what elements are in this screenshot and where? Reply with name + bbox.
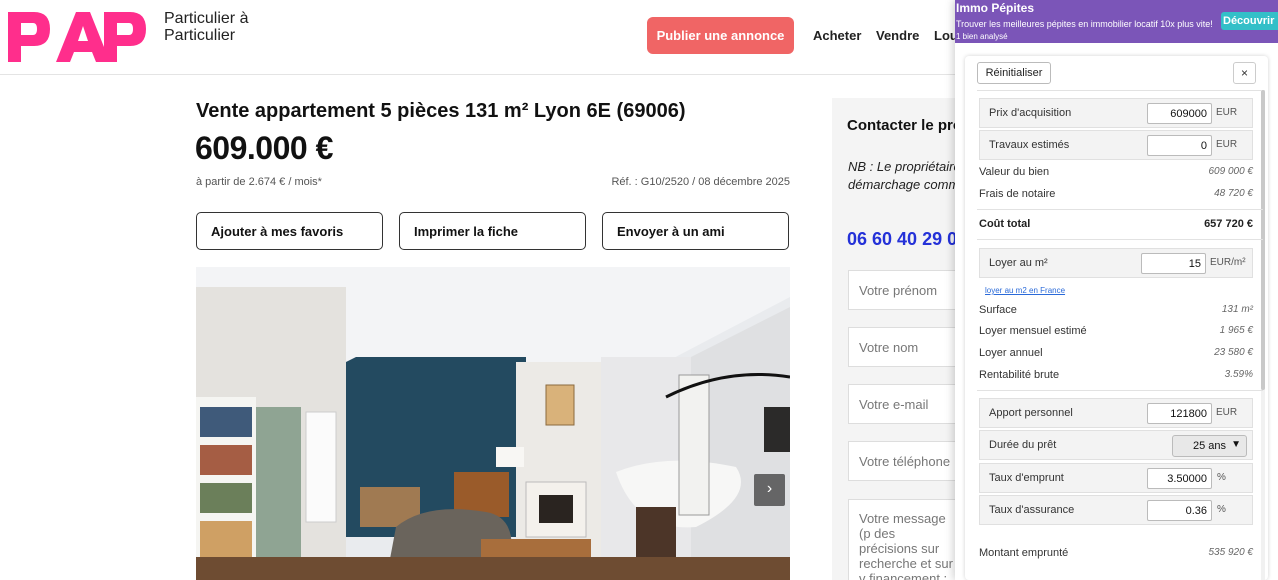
loan-rate-label: Taux d'emprunt [989, 472, 1064, 484]
property-value-row: Valeur du bien 609 000 € [979, 166, 1253, 180]
listing-price: 609.000 € [195, 130, 333, 166]
print-listing-button[interactable]: Imprimer la fiche [399, 212, 586, 250]
publish-ad-button[interactable]: Publier une annonce [647, 17, 794, 54]
down-payment-input[interactable]: 121800 [1147, 403, 1212, 424]
analysed-count: 1 bien analysé [956, 32, 1008, 41]
rent-per-m2-row: Loyer au m² 15 EUR/m² [979, 248, 1253, 278]
annual-rent-label: Loyer annuel [979, 347, 1043, 359]
surface-row: Surface 131 m² [979, 304, 1253, 318]
immo-pepites-panel: Immo Pépites Trouver les meilleures pépi… [955, 0, 1278, 580]
divider [977, 209, 1263, 210]
reset-button[interactable]: Réinitialiser [977, 62, 1051, 84]
nav-acheter[interactable]: Acheter [813, 28, 861, 43]
down-payment-unit: EUR [1216, 407, 1238, 418]
last-name-field[interactable]: Votre nom [848, 327, 968, 367]
borrowed-amount-value: 535 920 € [1208, 547, 1254, 558]
tagline-line-1: Particulier à [164, 10, 249, 27]
down-payment-label: Apport personnel [989, 407, 1073, 419]
divider [977, 239, 1263, 240]
email-field[interactable]: Votre e-mail [848, 384, 968, 424]
add-favorites-button[interactable]: Ajouter à mes favoris [196, 212, 383, 250]
loan-duration-select[interactable]: 25 ans ▼ [1172, 435, 1247, 457]
down-payment-row: Apport personnel 121800 EUR [979, 398, 1253, 428]
page: Particulier à Particulier Publier une an… [0, 0, 1278, 580]
pap-logo[interactable] [6, 10, 148, 64]
notary-fees-label: Frais de notaire [979, 188, 1056, 200]
total-cost-row: Coût total 657 720 € [979, 218, 1253, 232]
insurance-rate-input[interactable]: 0.36 [1147, 500, 1212, 521]
monthly-rent-label: Loyer mensuel estimé [979, 325, 1087, 337]
extension-title: Immo Pépites [956, 1, 1035, 15]
loan-duration-row: Durée du prêt 25 ans ▼ [979, 430, 1253, 460]
loan-rate-row: Taux d'emprunt 3.50000 % [979, 463, 1253, 493]
acquisition-price-row: Prix d'acquisition 609000 EUR [979, 98, 1253, 128]
listing-photo[interactable] [196, 267, 790, 580]
gross-yield-row: Rentabilité brute 3.59% [979, 369, 1253, 383]
acquisition-price-unit: EUR [1216, 107, 1238, 118]
contact-title: Contacter le pro [847, 117, 963, 134]
gross-yield-label: Rentabilité brute [979, 369, 1060, 381]
carousel-next-button[interactable]: › [754, 474, 785, 506]
send-to-friend-button[interactable]: Envoyer à un ami [602, 212, 789, 250]
message-field[interactable]: Votre message (p des précisions sur rech… [848, 499, 968, 580]
tagline: Particulier à Particulier [164, 10, 284, 44]
listing-reference: Réf. : G10/2520 / 08 décembre 2025 [611, 176, 790, 188]
contact-note-line-2: démarchage comm [848, 177, 960, 192]
divider [977, 90, 1263, 91]
total-cost-value: 657 720 € [1204, 218, 1253, 230]
insurance-rate-label: Taux d'assurance [989, 504, 1075, 516]
rent-per-m2-input[interactable]: 15 [1141, 253, 1206, 274]
contact-phone[interactable]: 06 60 40 29 0 [847, 229, 957, 250]
gross-yield-value: 3.59% [1224, 369, 1253, 380]
surface-label: Surface [979, 304, 1017, 316]
rent-per-m2-link[interactable]: loyer au m2 en France [985, 286, 1065, 295]
loan-rate-unit: % [1217, 472, 1226, 483]
notary-fees-value: 48 720 € [1214, 188, 1253, 199]
property-value: 609 000 € [1208, 166, 1254, 177]
phone-field[interactable]: Votre téléphone [848, 441, 968, 481]
acquisition-price-input[interactable]: 609000 [1147, 103, 1212, 124]
borrowed-amount-label: Montant emprunté [979, 547, 1069, 559]
rent-per-m2-unit: EUR/m² [1210, 257, 1246, 268]
rent-per-m2-label: Loyer au m² [989, 257, 1048, 269]
divider [977, 390, 1263, 391]
loan-duration-value: 25 ans [1193, 440, 1227, 452]
tagline-line-2: Particulier [164, 27, 236, 44]
total-cost-label: Coût total [979, 218, 1031, 230]
works-label: Travaux estimés [989, 139, 1070, 151]
loan-rate-input[interactable]: 3.50000 [1147, 468, 1212, 489]
contact-note-line-1: NB : Le propriétaire [848, 159, 961, 174]
first-name-field[interactable]: Votre prénom [848, 270, 968, 310]
listing-title: Vente appartement 5 pièces 131 m² Lyon 6… [196, 100, 686, 122]
calculator-card: Réinitialiser × Prix d'acquisition 60900… [965, 56, 1268, 580]
borrowed-amount-row: Montant emprunté 535 920 € [979, 547, 1253, 561]
monthly-rent-value: 1 965 € [1219, 325, 1253, 336]
acquisition-price-label: Prix d'acquisition [989, 107, 1072, 119]
annual-rent-row: Loyer annuel 23 580 € [979, 347, 1253, 361]
insurance-rate-row: Taux d'assurance 0.36 % [979, 495, 1253, 525]
notary-fees-row: Frais de notaire 48 720 € [979, 188, 1253, 202]
extension-subtitle: Trouver les meilleures pépites en immobi… [956, 19, 1213, 29]
scrollbar-thumb[interactable] [1261, 90, 1265, 390]
property-value-label: Valeur du bien [979, 166, 1050, 178]
works-input[interactable]: 0 [1147, 135, 1212, 156]
nav-vendre[interactable]: Vendre [876, 28, 919, 43]
surface-value: 131 m² [1221, 304, 1253, 315]
monthly-payment: à partir de 2.674 € / mois* [196, 176, 322, 188]
chevron-down-icon: ▼ [1231, 439, 1241, 450]
close-icon[interactable]: × [1233, 62, 1256, 84]
works-unit: EUR [1216, 139, 1238, 150]
contact-note: NB : Le propriétaire démarchage comm [848, 158, 968, 194]
discover-button[interactable]: Découvrir [1221, 12, 1278, 30]
insurance-rate-unit: % [1217, 504, 1226, 515]
monthly-rent-row: Loyer mensuel estimé 1 965 € [979, 325, 1253, 339]
loan-duration-label: Durée du prêt [989, 439, 1057, 451]
works-row: Travaux estimés 0 EUR [979, 130, 1253, 160]
extension-header: Immo Pépites Trouver les meilleures pépi… [955, 0, 1278, 43]
annual-rent-value: 23 580 € [1214, 347, 1253, 358]
